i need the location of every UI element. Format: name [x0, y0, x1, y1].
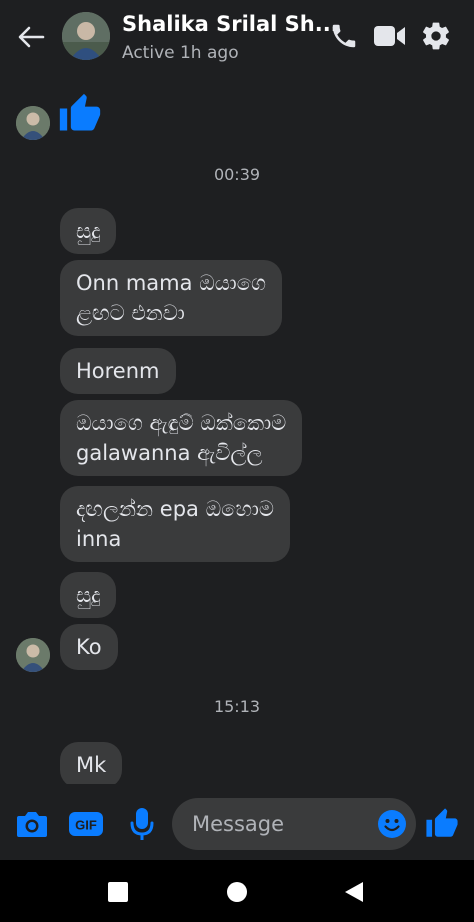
phone-icon [332, 24, 356, 48]
message-thread[interactable]: 00:39 සුදු Onn mama ඔයාගෙ ළඟට එනවා Horen… [0, 72, 474, 788]
timestamp: 15:13 [213, 697, 261, 716]
video-camera-icon [374, 26, 405, 46]
recents-button[interactable] [100, 874, 136, 910]
system-navigation-bar [0, 860, 474, 922]
active-status: Active 1h ago [122, 43, 239, 63]
svg-text:GIF: GIF [75, 818, 97, 833]
message-bubble[interactable]: සුදු [60, 572, 117, 618]
thumbs-up-icon [426, 808, 458, 837]
like-message[interactable] [58, 92, 102, 140]
camera-button[interactable] [14, 806, 50, 842]
message-bubble[interactable]: ඔයාගෙ ඇඳුම් ඔක්කොම galawanna ඇවිල්ල [60, 400, 303, 476]
contact-avatar-small [16, 106, 50, 140]
smiley-icon [378, 810, 406, 838]
video-call-button[interactable] [372, 18, 408, 54]
message-bubble[interactable]: Mk [60, 742, 123, 788]
arrow-left-icon [18, 26, 45, 48]
home-button[interactable] [219, 874, 255, 910]
circle-icon [227, 882, 247, 902]
conversation-header: Shalika Srilal Sh... Active 1h ago [0, 0, 474, 72]
message-bubble[interactable]: Horenm [60, 348, 176, 394]
message-bubble[interactable]: Ko [60, 624, 118, 670]
camera-icon [17, 812, 47, 837]
system-back-button[interactable] [336, 874, 372, 910]
emoji-button[interactable] [376, 808, 408, 840]
timestamp: 00:39 [213, 165, 261, 184]
gif-button[interactable]: GIF [68, 806, 104, 842]
gif-icon: GIF [69, 812, 103, 836]
contact-avatar-small [16, 638, 50, 672]
voice-message-button[interactable] [124, 806, 160, 842]
thumbs-up-icon [59, 93, 101, 131]
contact-avatar[interactable] [62, 12, 110, 60]
message-bubble[interactable]: සුදු [60, 208, 117, 254]
gear-icon [423, 22, 449, 50]
call-button[interactable] [326, 18, 362, 54]
contact-name[interactable]: Shalika Srilal Sh... [122, 12, 339, 36]
triangle-back-icon [345, 882, 363, 902]
back-button[interactable] [14, 20, 48, 54]
microphone-icon [130, 808, 154, 840]
square-icon [108, 882, 128, 902]
message-bubble[interactable]: Onn mama ඔයාගෙ ළඟට එනවා [60, 260, 283, 336]
send-like-button[interactable] [424, 806, 460, 842]
message-composer: GIF [0, 784, 474, 860]
message-bubble[interactable]: දඟලන්න epa ඔහොම inna [60, 486, 290, 562]
conversation-settings-button[interactable] [418, 18, 454, 54]
